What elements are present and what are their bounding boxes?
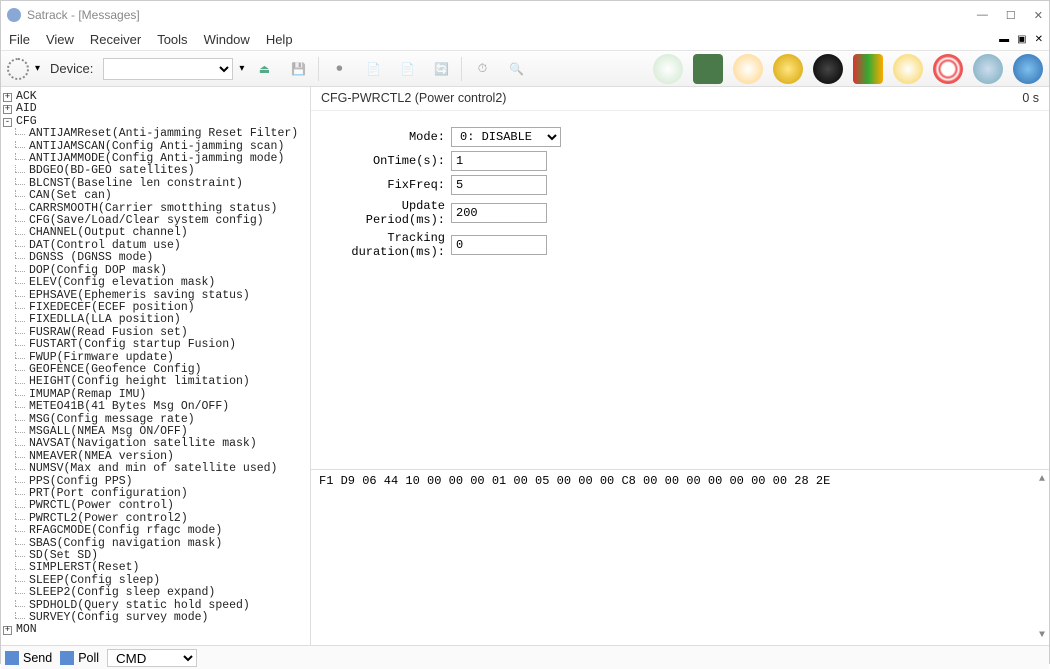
tree-item[interactable]: CHANNEL(Output channel) — [3, 227, 308, 239]
scroll-down-icon[interactable]: ▼ — [1039, 630, 1045, 641]
mode-select[interactable]: 0: DISABLE — [451, 127, 561, 147]
antenna-icon[interactable] — [733, 54, 763, 84]
hex-panel: F1 D9 06 44 10 00 00 00 01 00 05 00 00 0… — [311, 469, 1049, 645]
menu-window[interactable]: Window — [204, 32, 250, 47]
stopwatch-icon[interactable]: ⏱ — [468, 55, 496, 83]
compass-icon[interactable] — [653, 54, 683, 84]
ontime-input[interactable] — [451, 151, 547, 171]
refresh-icon[interactable]: 🔄 — [427, 55, 455, 83]
send-icon — [5, 651, 19, 665]
menu-receiver[interactable]: Receiver — [90, 32, 141, 47]
tree-item[interactable]: HEIGHT(Config height limitation) — [3, 376, 308, 388]
ontime-label: OnTime(s): — [321, 154, 451, 168]
pin-icon[interactable] — [893, 54, 923, 84]
mdi-restore-button[interactable]: ▣ — [1017, 34, 1026, 45]
zoom-icon[interactable]: 🔍 — [502, 55, 530, 83]
record-icon[interactable]: ⏺ — [325, 55, 353, 83]
cloud-icon[interactable] — [973, 54, 1003, 84]
form-area: Mode: 0: DISABLE OnTime(s): FixFreq: Upd… — [311, 111, 1049, 279]
bars-icon[interactable] — [853, 54, 883, 84]
mode-label: Mode: — [321, 130, 451, 144]
tree-item[interactable]: FIXEDLLA(LLA position) — [3, 314, 308, 326]
content-panel: CFG-PWRCTL2 (Power control2) 0 s Mode: 0… — [311, 87, 1049, 645]
save-icon[interactable]: 💾 — [284, 55, 312, 83]
scroll-up-icon[interactable]: ▲ — [1039, 474, 1045, 485]
fixfreq-input[interactable] — [451, 175, 547, 195]
doc2-icon[interactable]: 📄 — [393, 55, 421, 83]
toolbar: ▾ Device: ▾ ⏏ 💾 ⏺ 📄 📄 🔄 ⏱ 🔍 — [1, 51, 1049, 87]
menu-file[interactable]: File — [9, 32, 30, 47]
tree-item[interactable]: BDGEO(BD-GEO satellites) — [3, 165, 308, 177]
maximize-button[interactable]: ☐ — [1006, 9, 1016, 22]
window-title: Satrack - [Messages] — [27, 8, 977, 22]
tree-root-item[interactable]: +ACK — [3, 91, 308, 103]
minimize-button[interactable]: — — [977, 9, 988, 22]
device-label: Device: — [50, 61, 93, 76]
gauge-icon[interactable] — [813, 54, 843, 84]
life-ring-icon[interactable] — [933, 54, 963, 84]
statusbar: Send Poll CMD — [1, 645, 1049, 669]
tree-item[interactable]: SLEEP2(Config sleep expand) — [3, 587, 308, 599]
mdi-close-button[interactable]: ✕ — [1035, 34, 1043, 45]
tree-item[interactable]: SURVEY(Config survey mode) — [3, 612, 308, 624]
tree-item[interactable]: CAN(Set can) — [3, 190, 308, 202]
tree-item[interactable]: FUSTART(Config startup Fusion) — [3, 339, 308, 351]
tree-root-item[interactable]: +MON — [3, 624, 308, 636]
content-title: CFG-PWRCTL2 (Power control2) — [321, 91, 506, 106]
tree-item[interactable]: DGNSS (DGNSS mode) — [3, 252, 308, 264]
update-label: Update Period(ms): — [321, 199, 451, 227]
tree-item[interactable]: METEO41B(41 Bytes Msg On/OFF) — [3, 401, 308, 413]
tree-item[interactable]: ANTIJAMReset(Anti-jamming Reset Filter) — [3, 128, 308, 140]
tree-item[interactable]: NUMSV(Max and min of satellite used) — [3, 463, 308, 475]
tree-root-item[interactable]: +AID — [3, 103, 308, 115]
tracking-input[interactable] — [451, 235, 547, 255]
send-button[interactable]: Send — [5, 651, 52, 665]
gear-icon[interactable] — [7, 58, 29, 80]
titlebar: Satrack - [Messages] — ☐ ✕ — [1, 1, 1049, 29]
menu-help[interactable]: Help — [266, 32, 293, 47]
fixfreq-label: FixFreq: — [321, 178, 451, 192]
tracking-label: Tracking duration(ms): — [321, 231, 451, 259]
menu-view[interactable]: View — [46, 32, 74, 47]
menubar: File View Receiver Tools Window Help ▬ ▣… — [1, 29, 1049, 51]
tree-item[interactable]: RFAGCMODE(Config rfagc mode) — [3, 525, 308, 537]
hex-text: F1 D9 06 44 10 00 00 00 01 00 05 00 00 0… — [319, 474, 1041, 488]
menu-tools[interactable]: Tools — [157, 32, 187, 47]
doc1-icon[interactable]: 📄 — [359, 55, 387, 83]
star-icon[interactable] — [773, 54, 803, 84]
poll-icon — [60, 651, 74, 665]
update-input[interactable] — [451, 203, 547, 223]
globe-icon[interactable] — [1013, 54, 1043, 84]
device-select[interactable] — [103, 58, 233, 80]
app-icon — [7, 8, 21, 22]
mdi-minimize-button[interactable]: ▬ — [999, 34, 1009, 45]
eject-icon[interactable]: ⏏ — [250, 55, 278, 83]
tree-item[interactable]: ELEV(Config elevation mask) — [3, 277, 308, 289]
content-timer: 0 s — [1022, 91, 1039, 106]
monitor-icon[interactable] — [693, 54, 723, 84]
tree-item[interactable]: SIMPLERST(Reset) — [3, 562, 308, 574]
tree-item[interactable]: PWRCTL(Power control) — [3, 500, 308, 512]
close-button[interactable]: ✕ — [1034, 9, 1043, 22]
poll-button[interactable]: Poll — [60, 651, 99, 665]
tree-panel[interactable]: +ACK+AID-CFGANTIJAMReset(Anti-jamming Re… — [1, 87, 311, 645]
tree-item[interactable]: NAVSAT(Navigation satellite mask) — [3, 438, 308, 450]
